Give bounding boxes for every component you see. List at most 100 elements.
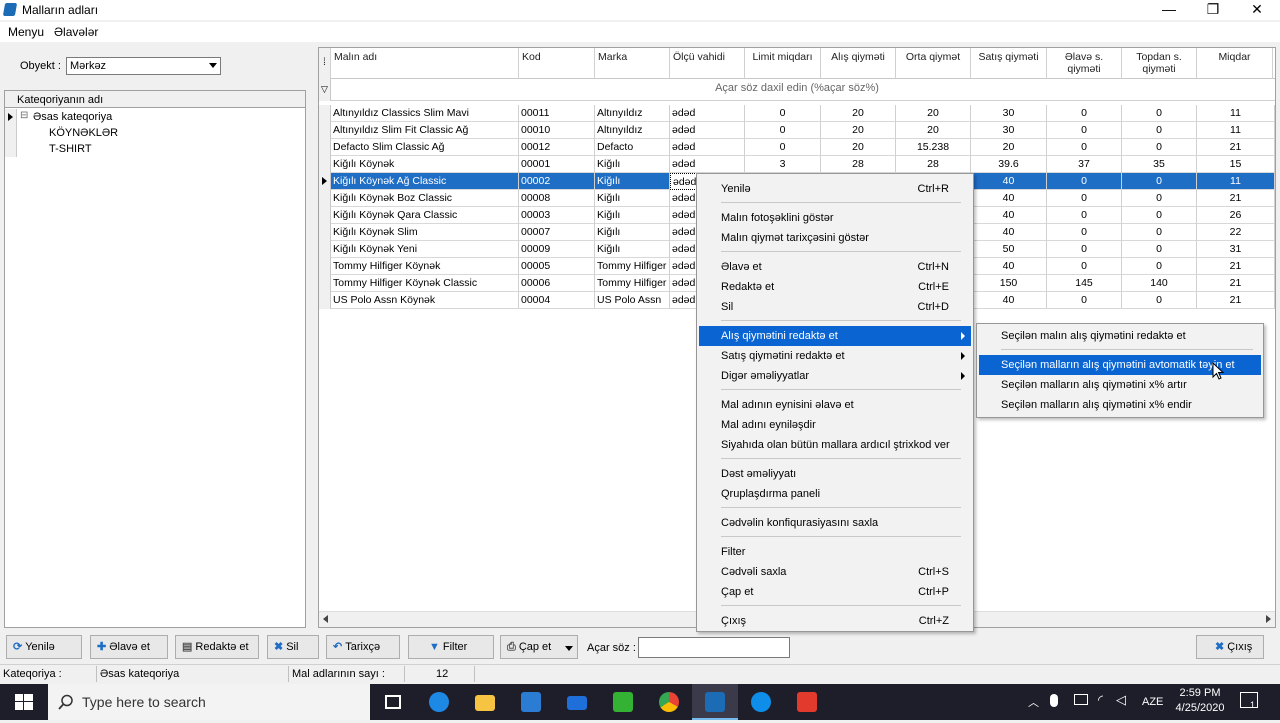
context-menu-item[interactable]: Əlavə et Ctrl+N: [699, 257, 971, 277]
col-header-limit[interactable]: Limit miqdarı: [745, 48, 821, 79]
table-cell[interactable]: 00008: [519, 190, 595, 207]
history-button[interactable]: ↶ Tarixçə: [326, 635, 400, 659]
table-cell[interactable]: Tommy Hilfiger Köynək Classic: [331, 275, 519, 292]
table-cell[interactable]: 20: [821, 105, 896, 122]
table-cell[interactable]: 0: [1122, 207, 1197, 224]
tree-item-koynekler[interactable]: KÖYNƏKLƏR: [5, 125, 305, 141]
table-cell[interactable]: Kiğılı: [595, 241, 670, 258]
context-menu-item[interactable]: Cədvəli saxla Ctrl+S: [699, 562, 971, 582]
tree-item-tshirt[interactable]: T-SHIRT: [5, 141, 305, 157]
table-cell[interactable]: 11: [1197, 105, 1275, 122]
context-menu-item[interactable]: Alış qiymətini redaktə et: [699, 326, 971, 346]
table-cell[interactable]: 40: [971, 207, 1047, 224]
table-cell[interactable]: 11: [1197, 122, 1275, 139]
context-menu-item[interactable]: Siyahıda olan bütün mallara ardıcıl ştri…: [699, 435, 971, 455]
table-cell[interactable]: 00009: [519, 241, 595, 258]
context-menu-item[interactable]: Çap et Ctrl+P: [699, 582, 971, 602]
context-menu-item[interactable]: Filter: [699, 542, 971, 562]
table-cell[interactable]: 0: [1122, 258, 1197, 275]
taskbar-store[interactable]: [508, 684, 554, 720]
menu-elaveler[interactable]: Əlavələr: [54, 25, 98, 39]
table-cell[interactable]: 28: [821, 156, 896, 173]
col-header-sale-price[interactable]: Satış qiymәti: [971, 48, 1047, 79]
table-cell[interactable]: 21: [1197, 275, 1275, 292]
add-button[interactable]: ✚ Əlavə et: [90, 635, 168, 659]
table-cell[interactable]: Kiğılı: [595, 224, 670, 241]
table-cell[interactable]: Tommy Hilfiger: [595, 258, 670, 275]
table-cell[interactable]: 0: [1047, 173, 1122, 190]
submenu-item[interactable]: Seçilən malların alış qiymətini x% endir: [979, 395, 1261, 415]
volume-icon[interactable]: ◁: [1116, 692, 1126, 708]
table-row[interactable]: Kiğılı Köynək 00001 Kiğılı ədəd 3 28 28 39.6 37 3…: [319, 156, 1275, 173]
table-cell[interactable]: 00001: [519, 156, 595, 173]
taskbar-chrome[interactable]: [646, 684, 692, 720]
table-cell[interactable]: 0: [1047, 224, 1122, 241]
table-cell[interactable]: 0: [1122, 241, 1197, 258]
table-cell[interactable]: 20: [821, 139, 896, 156]
column-chooser-icon[interactable]: ⁞: [319, 48, 331, 79]
taskbar-edge[interactable]: [416, 684, 462, 720]
grid-filter-row[interactable]: ▽ Açar söz daxil edin (%açar söz%): [319, 79, 1275, 101]
row-indicator[interactable]: [319, 190, 331, 207]
table-cell[interactable]: Defacto: [595, 139, 670, 156]
row-indicator[interactable]: [319, 207, 331, 224]
table-cell[interactable]: Kiğılı Köynək Yeni: [331, 241, 519, 258]
table-cell[interactable]: 21: [1197, 139, 1275, 156]
table-cell[interactable]: 0: [1047, 139, 1122, 156]
context-menu-item[interactable]: Çıxış Ctrl+Z: [699, 611, 971, 631]
table-cell[interactable]: 00007: [519, 224, 595, 241]
context-menu-item[interactable]: Digər əməliyyatlar: [699, 366, 971, 386]
col-header-unit[interactable]: Ölçü vahidi: [670, 48, 745, 79]
exit-button[interactable]: ✖ Çıxış: [1196, 635, 1264, 659]
table-cell[interactable]: 00010: [519, 122, 595, 139]
table-cell[interactable]: 0: [1047, 258, 1122, 275]
maximize-button[interactable]: ❐: [1190, 0, 1236, 20]
context-menu-item[interactable]: Malın fotoşəklini göstər: [699, 208, 971, 228]
table-cell[interactable]: 30: [971, 122, 1047, 139]
col-header-brand[interactable]: Marka: [595, 48, 670, 79]
table-cell[interactable]: 30: [971, 105, 1047, 122]
context-menu-item[interactable]: Malın qiymət tarixçəsini göstər: [699, 228, 971, 248]
table-cell[interactable]: 0: [1122, 105, 1197, 122]
table-cell[interactable]: 0: [745, 139, 821, 156]
table-cell[interactable]: 00004: [519, 292, 595, 309]
table-cell[interactable]: 22: [1197, 224, 1275, 241]
table-cell[interactable]: Tommy Hilfiger: [595, 275, 670, 292]
table-cell[interactable]: 15.238: [896, 139, 971, 156]
table-cell[interactable]: 145: [1047, 275, 1122, 292]
chevron-down-icon[interactable]: [565, 646, 573, 651]
context-menu-item[interactable]: Redaktə et Ctrl+E: [699, 277, 971, 297]
context-menu-item[interactable]: Cədvəlin konfiqurasiyasını saxla: [699, 513, 971, 533]
col-header-wholesale-price[interactable]: Topdan s. qiymәti: [1122, 48, 1197, 79]
table-cell[interactable]: Kiğılı: [595, 190, 670, 207]
scroll-right-icon[interactable]: [1266, 615, 1271, 623]
table-cell[interactable]: Kiğılı Köynək Qara Classic: [331, 207, 519, 224]
minimize-button[interactable]: —: [1146, 0, 1192, 20]
table-cell[interactable]: Kiğılı Köynək Boz Classic: [331, 190, 519, 207]
row-indicator[interactable]: [319, 139, 331, 156]
table-cell[interactable]: US Polo Assn Köynək: [331, 292, 519, 309]
table-cell[interactable]: 0: [1122, 173, 1197, 190]
context-menu-item[interactable]: Mal adını eyniləşdir: [699, 415, 971, 435]
context-menu-item[interactable]: Mal adının eynisini əlavə et: [699, 395, 971, 415]
table-cell[interactable]: 140: [1122, 275, 1197, 292]
table-cell[interactable]: ədəd: [670, 122, 745, 139]
table-cell[interactable]: 0: [1122, 224, 1197, 241]
table-cell[interactable]: Kiğılı: [595, 173, 670, 190]
row-indicator[interactable]: [319, 224, 331, 241]
delete-button[interactable]: ✖ Sil: [267, 635, 319, 659]
tray-chevron-up-icon[interactable]: ︿: [1028, 694, 1039, 710]
clock[interactable]: 2:59 PM 4/25/2020: [1162, 686, 1238, 716]
table-cell[interactable]: Kiğılı Köynək Ağ Classic: [331, 173, 519, 190]
table-cell[interactable]: 20: [971, 139, 1047, 156]
table-cell[interactable]: 40: [971, 173, 1047, 190]
table-row[interactable]: Altınyıldız Classics Slim Mavi 00011 Altın…: [319, 105, 1275, 122]
table-row[interactable]: Altınyıldız Slim Fit Classic Ağ 00010 Altı…: [319, 122, 1275, 139]
edit-button[interactable]: ▤ Redaktə et: [175, 635, 259, 659]
table-cell[interactable]: 15: [1197, 156, 1275, 173]
table-cell[interactable]: ədəd: [670, 105, 745, 122]
table-cell[interactable]: 00011: [519, 105, 595, 122]
table-cell[interactable]: 0: [1122, 139, 1197, 156]
table-cell[interactable]: 50: [971, 241, 1047, 258]
taskbar-search[interactable]: Type here to search: [48, 684, 370, 720]
